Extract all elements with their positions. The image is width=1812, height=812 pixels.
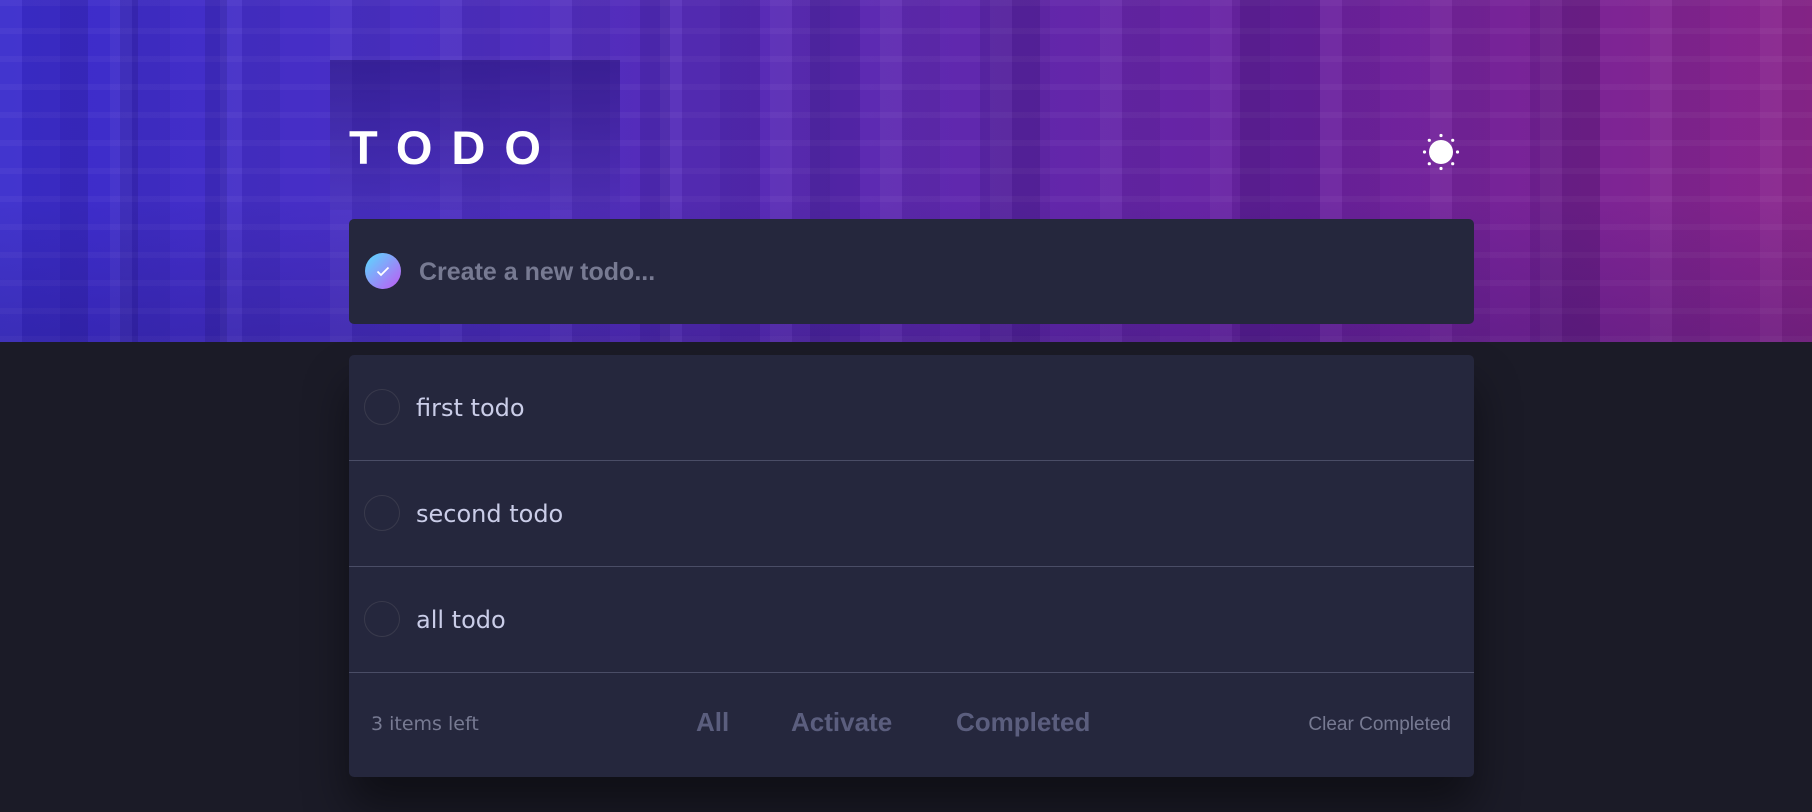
todo-list: first todo second todo all todo 3 items …: [349, 355, 1474, 777]
new-todo-check-toggle[interactable]: [365, 253, 401, 289]
todo-label: first todo: [416, 394, 525, 422]
sun-icon: [1422, 133, 1460, 171]
filter-active-button[interactable]: Activate: [791, 707, 892, 738]
todo-checkbox[interactable]: [364, 389, 400, 425]
todo-item[interactable]: all todo: [349, 567, 1474, 673]
new-todo-input[interactable]: [417, 249, 1451, 295]
new-todo-bar: [349, 219, 1474, 324]
app-title: TODO: [349, 121, 560, 174]
todo-footer: 3 items left All Activate Completed Clea…: [349, 673, 1474, 777]
check-icon: [376, 266, 390, 276]
todo-item[interactable]: second todo: [349, 461, 1474, 567]
items-left-count: 3 items left: [371, 713, 479, 735]
todo-label: all todo: [416, 606, 506, 634]
filter-all-button[interactable]: All: [696, 707, 729, 738]
todo-item[interactable]: first todo: [349, 355, 1474, 461]
filter-completed-button[interactable]: Completed: [956, 707, 1090, 738]
theme-toggle-button[interactable]: [1421, 132, 1461, 172]
todo-label: second todo: [416, 500, 564, 528]
todo-checkbox[interactable]: [364, 601, 400, 637]
todo-checkbox[interactable]: [364, 495, 400, 531]
clear-completed-button[interactable]: Clear Completed: [1308, 714, 1451, 736]
